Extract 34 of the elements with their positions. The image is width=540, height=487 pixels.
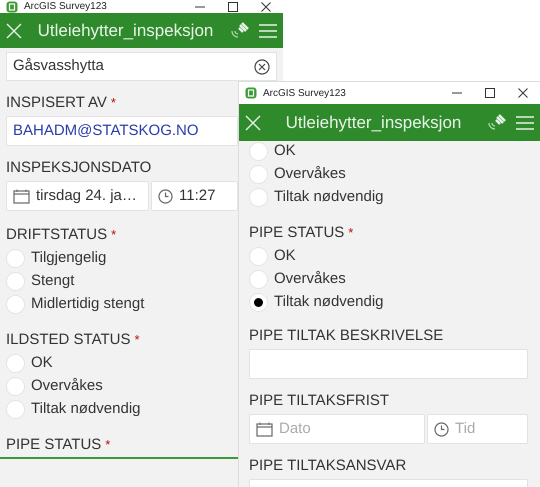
picker-field[interactable]: 11:27 [151,181,238,211]
field-label: INSPEKSJONSDATO [6,158,152,178]
window-title: ArcGIS Survey123 [263,86,347,100]
field-label: ILDSTED STATUS [6,330,130,350]
survey-title: Utleiehytter_inspeksjon [284,112,462,134]
option-label: Tiltak nødvendig [274,292,384,312]
option-label: Stengt [31,271,74,292]
field-label: PIPE STATUS [249,223,344,243]
field-label: PIPE TILTAK BESKRIVELSE [249,326,444,346]
option-label: Tiltak nødvendig [31,399,140,420]
field-label: PIPE TILTAKSFRIST [249,391,390,411]
option-label: OK [31,353,53,374]
option-label: Midlertidig stengt [31,294,144,314]
option-label: Overvåkes [31,376,103,396]
field-label: DRIFTSTATUS [6,225,108,245]
required-mark: * [110,94,116,112]
required-mark: * [134,331,140,349]
required-mark: * [105,436,110,454]
option-label: Tiltak nødvendig [274,187,384,208]
field-label: INSPISERT AV [6,93,107,113]
survey-title: Utleiehytter_inspeksjon [36,20,214,42]
option-label: Overvåkes [274,269,346,290]
field-label: PIPE TILTAKSANSVAR [249,456,406,476]
window-title: ArcGIS Survey123 [24,0,108,14]
required-mark: * [348,224,354,242]
field-label: PIPE STATUS [6,435,102,455]
option-label: Overvåkes [274,164,346,184]
picker-field[interactable]: tirsdag 24. ja… [6,181,149,211]
required-mark: * [111,226,116,244]
option-label: OK [274,141,296,162]
option-label: OK [274,246,296,266]
search-field[interactable]: Gåsvasshytta [6,52,277,81]
text-field[interactable]: BAHADM@STATSKOG.NO [6,116,238,146]
option-label: Tilgjengelig [31,248,106,268]
